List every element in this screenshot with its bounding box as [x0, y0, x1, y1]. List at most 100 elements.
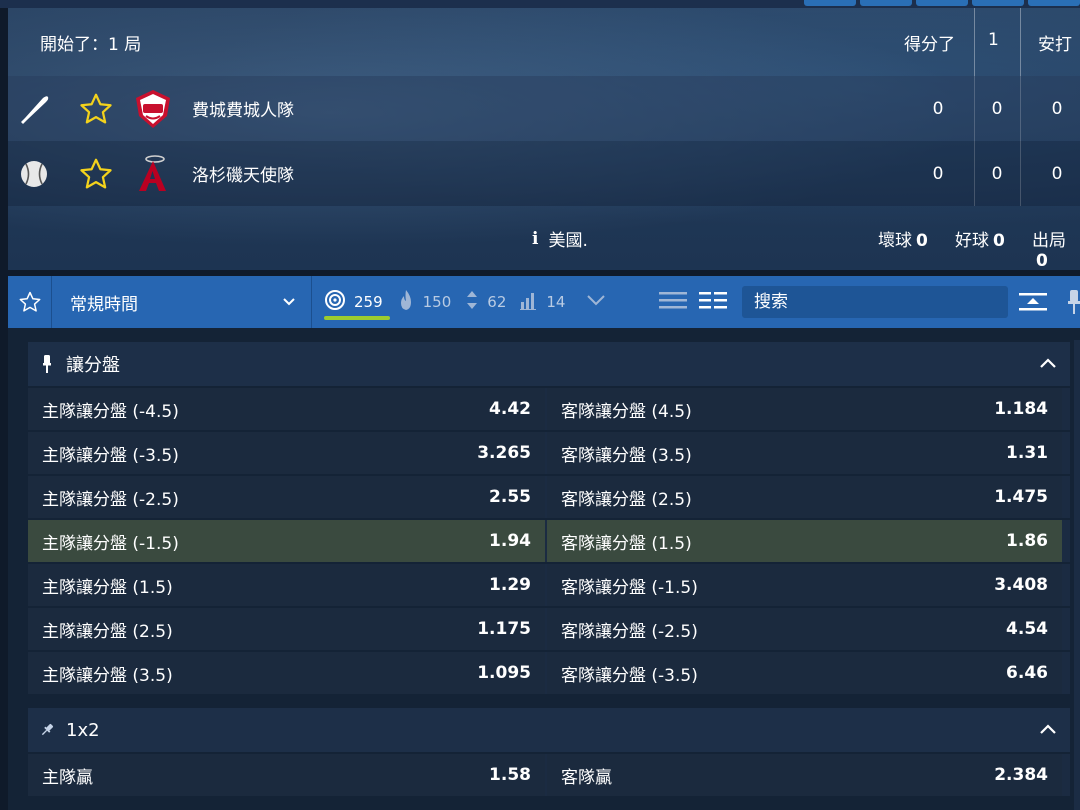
- top-tab[interactable]: [972, 0, 1024, 6]
- odd-label: 客隊讓分盤 (3.5): [561, 445, 692, 466]
- top-tab[interactable]: [916, 0, 968, 6]
- odd-home[interactable]: 主隊讓分盤 (1.5) 1.29: [28, 564, 545, 606]
- odd-price: 1.31: [1006, 443, 1048, 463]
- odd-home[interactable]: 主隊讓分盤 (-3.5) 3.265: [28, 432, 545, 474]
- market-header[interactable]: 讓分盤: [28, 342, 1070, 386]
- odd-away[interactable]: 客隊贏 2.384: [547, 754, 1062, 796]
- top-tabs: [804, 0, 1080, 6]
- odd-home[interactable]: 主隊讓分盤 (-4.5) 4.42: [28, 388, 545, 430]
- collapse-all-icon[interactable]: [1018, 290, 1048, 314]
- score-inning-1: 0: [991, 163, 1003, 184]
- list-view-icon[interactable]: [658, 289, 688, 315]
- market-rows: 主隊讓分盤 (-4.5) 4.42 客隊讓分盤 (4.5) 1.184 主隊讓分盤 …: [28, 386, 1070, 694]
- fire-icon: [397, 289, 415, 315]
- odds-row: 主隊贏 1.58 客隊贏 2.384: [28, 752, 1070, 796]
- filter-stats[interactable]: 14: [520, 290, 565, 314]
- favorite-star-icon[interactable]: [76, 154, 116, 194]
- odd-label: 主隊讓分盤 (-3.5): [42, 445, 179, 466]
- odd-label: 主隊讓分盤 (2.5): [42, 621, 173, 642]
- top-tab[interactable]: [804, 0, 856, 6]
- view-toggle: [658, 276, 728, 328]
- market-handicap: 讓分盤 主隊讓分盤 (-4.5) 4.42 客隊讓分盤 (4.5) 1.184 主隊…: [28, 342, 1070, 694]
- pin-icon[interactable]: [40, 354, 54, 374]
- updown-icon: [465, 289, 479, 315]
- odd-label: 主隊讓分盤 (-1.5): [42, 533, 179, 554]
- odd-away[interactable]: 客隊讓分盤 (4.5) 1.184: [547, 388, 1062, 430]
- top-tab[interactable]: [860, 0, 912, 6]
- odd-away[interactable]: 客隊讓分盤 (-2.5) 4.54: [547, 608, 1062, 650]
- period-select[interactable]: 常規時間: [52, 276, 312, 328]
- odd-label: 客隊讓分盤 (-3.5): [561, 665, 698, 686]
- market-filter-group: 259 150 62 14: [324, 276, 607, 328]
- column-hits: 安打: [1038, 35, 1072, 55]
- outs-count: 出局0: [1032, 226, 1080, 270]
- filter-stats-count: 14: [546, 293, 566, 311]
- odds-row: 主隊讓分盤 (-4.5) 4.42 客隊讓分盤 (4.5) 1.184: [28, 386, 1070, 430]
- grid-view-icon[interactable]: [698, 289, 728, 315]
- filter-all-count: 259: [354, 293, 383, 311]
- baseball-icon: [16, 156, 52, 192]
- pin-icon[interactable]: [40, 722, 54, 738]
- odd-price: 4.42: [489, 399, 531, 419]
- chevron-up-icon[interactable]: [1038, 354, 1058, 379]
- outs-label: 出局: [1032, 231, 1066, 251]
- odd-label: 客隊讓分盤 (1.5): [561, 533, 692, 554]
- market-1x2: 1x2 主隊贏 1.58 客隊贏 2.384: [28, 708, 1070, 796]
- odd-home[interactable]: 主隊讓分盤 (-1.5) 1.94: [28, 520, 545, 562]
- odd-price: 2.384: [994, 765, 1048, 785]
- chevron-down-icon[interactable]: [585, 292, 607, 312]
- odd-price: 2.55: [489, 487, 531, 507]
- odd-home[interactable]: 主隊讓分盤 (3.5) 1.095: [28, 652, 545, 694]
- filter-popular-count: 150: [422, 293, 452, 311]
- period-label: 常規時間: [70, 294, 138, 315]
- odd-home[interactable]: 主隊讓分盤 (2.5) 1.175: [28, 608, 545, 650]
- odds-row: 主隊讓分盤 (1.5) 1.29 客隊讓分盤 (-1.5) 3.408: [28, 562, 1070, 606]
- odd-home[interactable]: 主隊贏 1.58: [28, 754, 545, 796]
- odds-row: 主隊讓分盤 (-2.5) 2.55 客隊讓分盤 (2.5) 1.475: [28, 474, 1070, 518]
- odd-price: 1.94: [489, 531, 531, 551]
- scoreboard-header: 開始了：1 局 得分了 1 安打: [8, 8, 1080, 76]
- team-name-away: 洛杉磯天使隊: [192, 166, 294, 186]
- filter-totals[interactable]: 62: [465, 289, 506, 315]
- scoreboard-footer: i 美國. 壞球 0 好球 0 出局0: [8, 206, 1080, 271]
- odd-away[interactable]: 客隊讓分盤 (1.5) 1.86: [547, 520, 1062, 562]
- odd-price: 4.54: [1006, 619, 1048, 639]
- info-icon: i: [532, 228, 539, 249]
- balls-value: 0: [916, 231, 928, 251]
- odd-away[interactable]: 客隊讓分盤 (-3.5) 6.46: [547, 652, 1062, 694]
- odd-home[interactable]: 主隊讓分盤 (-2.5) 2.55: [28, 476, 545, 518]
- target-icon: [324, 289, 346, 315]
- game-info: i 美國.: [532, 226, 588, 252]
- score-hits: 0: [1051, 163, 1063, 184]
- team-row-home: 費城費城人隊 0 0 0: [8, 76, 1080, 141]
- odd-label: 主隊讓分盤 (-2.5): [42, 489, 179, 510]
- odd-away[interactable]: 客隊讓分盤 (-1.5) 3.408: [547, 564, 1062, 606]
- angels-logo: [132, 153, 174, 195]
- top-tab[interactable]: [1028, 0, 1080, 6]
- score-hits: 0: [1051, 98, 1063, 119]
- chevron-up-icon[interactable]: [1038, 720, 1058, 745]
- outs-value: 0: [1036, 251, 1048, 270]
- active-filter-underline: [324, 316, 390, 320]
- odd-away[interactable]: 客隊讓分盤 (3.5) 1.31: [547, 432, 1062, 474]
- filter-all[interactable]: 259: [324, 289, 383, 315]
- favorite-star-icon[interactable]: [76, 89, 116, 129]
- bat-icon: [16, 91, 52, 127]
- market-header[interactable]: 1x2: [28, 708, 1070, 752]
- odd-price: 1.475: [994, 487, 1048, 507]
- odd-away[interactable]: 客隊讓分盤 (2.5) 1.475: [547, 476, 1062, 518]
- odd-price: 3.408: [994, 575, 1048, 595]
- scrollbar[interactable]: [1074, 340, 1080, 810]
- balls-count: 壞球 0: [878, 226, 928, 251]
- odds-row: 主隊讓分盤 (-3.5) 3.265 客隊讓分盤 (3.5) 1.31: [28, 430, 1070, 474]
- scoreboard: 開始了：1 局 得分了 1 安打 費城費城人隊 0 0 0 洛杉磯天使隊 0 0…: [8, 8, 1080, 270]
- odds-row: 主隊讓分盤 (3.5) 1.095 客隊讓分盤 (-3.5) 6.46: [28, 650, 1070, 694]
- column-inning-1: 1: [988, 30, 999, 50]
- pin-icon[interactable]: [1064, 288, 1080, 316]
- balls-label: 壞球: [878, 231, 912, 251]
- team-name-home: 費城費城人隊: [192, 101, 294, 121]
- market-title: 讓分盤: [66, 355, 120, 376]
- filter-popular[interactable]: 150: [397, 289, 452, 315]
- search-input[interactable]: [742, 286, 1008, 318]
- favorite-star-icon[interactable]: [8, 276, 52, 328]
